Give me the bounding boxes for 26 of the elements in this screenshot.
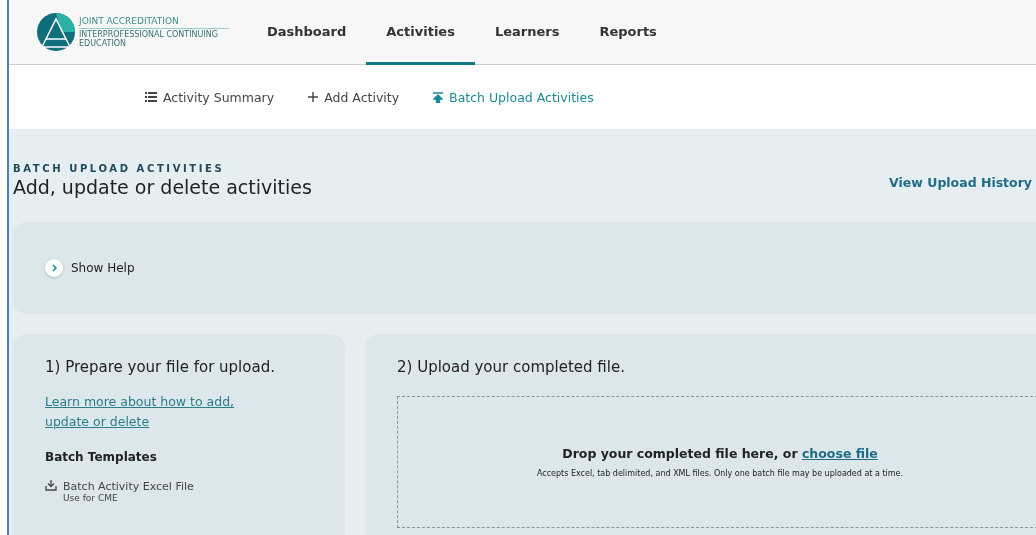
template-link[interactable]: Batch Activity Excel File <box>63 480 194 493</box>
logo-title: JOINT ACCREDITATION <box>79 16 180 26</box>
choose-file-link[interactable]: choose file <box>801 446 878 461</box>
nav-tab[interactable]: Reports <box>579 0 677 65</box>
drop-text: Drop your completed file here, or choose file <box>562 446 878 461</box>
subnav-label: Add Activity <box>324 89 400 105</box>
logo-icon <box>37 13 75 51</box>
download-icon <box>45 480 57 491</box>
subnav-link[interactable]: Add Activity <box>308 89 400 105</box>
page-eyebrow: BATCH UPLOAD ACTIVITIES <box>13 163 226 174</box>
drop-hint: Accepts Excel, tab delimited, and XML files. Only one batch file may be uploaded at a time. <box>536 469 904 478</box>
template-note: Use for CME <box>63 493 119 503</box>
card-title: 1) Prepare your file for upload. <box>45 358 276 376</box>
page-title: Add, update or delete activities <box>13 176 312 198</box>
drop-zone[interactable]: Drop your completed file here, or choose file Accepts Excel, tab delimited, and XML files. Only one batch file may be uploaded at a time. <box>397 396 1036 528</box>
plus-icon <box>308 92 319 102</box>
learn-more-link[interactable]: Learn more about how to add, update or delete <box>45 392 255 432</box>
upload-icon <box>433 91 444 103</box>
card-title: 2) Upload your completed file. <box>397 358 626 376</box>
logo-subtitle: INTERPROFESSIONAL CONTINUING EDUCATION <box>79 28 229 48</box>
list-icon <box>145 92 157 102</box>
templates-heading: Batch Templates <box>45 450 158 464</box>
show-help-toggle[interactable]: Show Help <box>45 259 135 277</box>
view-history-link[interactable]: View Upload History <box>889 175 1036 190</box>
nav-tab[interactable]: Learners <box>474 0 580 65</box>
nav-tab[interactable]: Dashboard <box>247 0 367 65</box>
